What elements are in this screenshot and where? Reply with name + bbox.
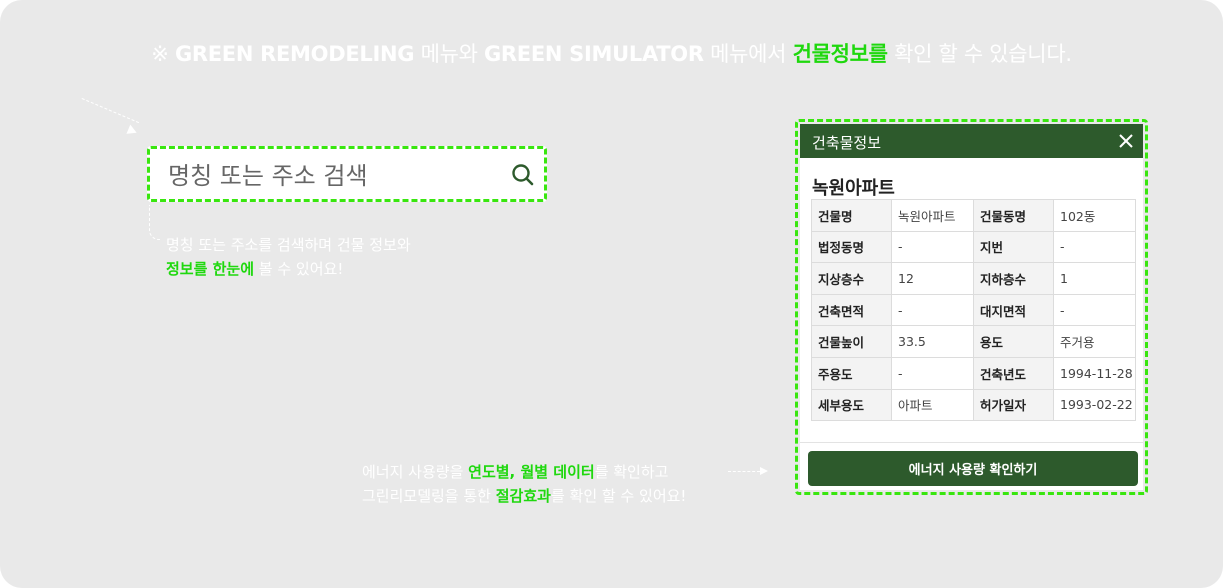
notice-highlight: 건물정보를 [792, 42, 888, 66]
value-cell: 1994-11-28 [1053, 356, 1136, 390]
label-cell: 용도 [973, 325, 1054, 358]
notice-mark: ※ [151, 42, 169, 66]
table-row: 건축면적 - 대지면적 - [811, 293, 1136, 327]
notice-text-1: 메뉴와 [414, 42, 484, 66]
value-cell: 아파트 [891, 388, 974, 422]
search-icon[interactable] [510, 162, 536, 188]
search-hint-connector [149, 205, 160, 240]
label-cell: 법정동명 [811, 230, 892, 264]
panel-divider [800, 442, 1143, 443]
value-cell: - [1053, 293, 1136, 327]
energy-hint-text-a: 에너지 사용량을 [362, 463, 469, 481]
energy-hint-line2: 그린리모델링을 통한 절감효과를 확인 할 수 있어요! [362, 484, 686, 508]
search-hint-rest: 볼 수 있어요! [254, 260, 344, 278]
building-name: 녹원아파트 [812, 178, 895, 199]
label-cell: 지하층수 [973, 262, 1054, 295]
building-info-panel-frame: 건축물정보 녹원아파트 건물명 녹원아파트 건물동명 102동 법정동명 - 지… [795, 119, 1148, 495]
energy-pointer-line [728, 471, 760, 472]
energy-usage-button[interactable]: 에너지 사용량 확인하기 [808, 451, 1138, 486]
energy-hint-line1: 에너지 사용량을 연도별, 월별 데이터를 확인하고 [362, 460, 686, 484]
search-input[interactable] [166, 157, 490, 195]
label-cell: 건축년도 [973, 356, 1054, 390]
value-cell: 33.5 [891, 325, 974, 358]
table-row: 주용도 - 건축년도 1994-11-28 [811, 356, 1136, 390]
value-cell: - [891, 230, 974, 264]
notice-green-simulator: GREEN SIMULATOR [484, 42, 704, 66]
search-pointer-line [81, 98, 140, 124]
canvas: ※ GREEN REMODELING 메뉴와 GREEN SIMULATOR 메… [0, 0, 1223, 588]
energy-hint-highlight-2: 절감효과 [495, 487, 551, 505]
value-cell: - [891, 293, 974, 327]
search-hint-line2: 정보를 한눈에 볼 수 있어요! [166, 257, 411, 281]
value-cell: - [891, 356, 974, 390]
value-cell: - [1053, 230, 1136, 264]
energy-hint: 에너지 사용량을 연도별, 월별 데이터를 확인하고 그린리모델링을 통한 절감… [362, 460, 686, 508]
label-cell: 건물높이 [811, 325, 892, 358]
label-cell: 지번 [973, 230, 1054, 264]
value-cell: 1993-02-22 [1053, 388, 1136, 422]
value-cell: 12 [891, 262, 974, 295]
table-row: 법정동명 - 지번 - [811, 230, 1136, 264]
energy-pointer-arrowhead [760, 467, 768, 475]
table-row: 건물높이 33.5 용도 주거용 [811, 325, 1136, 358]
notice-banner: ※ GREEN REMODELING 메뉴와 GREEN SIMULATOR 메… [0, 38, 1223, 68]
search-hint-highlight: 정보를 한눈에 [166, 260, 255, 278]
notice-text-3: 확인 할 수 있습니다. [887, 42, 1072, 66]
building-info-table: 건물명 녹원아파트 건물동명 102동 법정동명 - 지번 - 지상층수 12 [811, 199, 1136, 422]
value-cell: 녹원아파트 [891, 199, 974, 232]
notice-green-remodeling: GREEN REMODELING [174, 42, 415, 66]
panel-title: 건축물정보 [812, 134, 882, 152]
table-row: 건물명 녹원아파트 건물동명 102동 [811, 199, 1136, 232]
label-cell: 건물명 [811, 199, 892, 232]
value-cell: 1 [1053, 262, 1136, 295]
label-cell: 건축면적 [811, 293, 892, 327]
label-cell: 주용도 [811, 356, 892, 390]
panel-header: 건축물정보 [800, 124, 1143, 158]
label-cell: 세부용도 [811, 388, 892, 422]
energy-hint-text-c: 그린리모델링을 통한 [362, 487, 496, 505]
label-cell: 건물동명 [973, 199, 1054, 232]
label-cell: 대지면적 [973, 293, 1054, 327]
search-pointer-arrowhead [126, 124, 139, 138]
label-cell: 지상층수 [811, 262, 892, 295]
table-row: 세부용도 아파트 허가일자 1993-02-22 [811, 388, 1136, 422]
close-icon[interactable] [1116, 131, 1136, 151]
search-hint: 명칭 또는 주소를 검색하며 건물 정보와 정보를 한눈에 볼 수 있어요! [166, 233, 411, 281]
energy-hint-text-b: 를 확인하고 [594, 463, 669, 481]
building-info-panel: 건축물정보 녹원아파트 건물명 녹원아파트 건물동명 102동 법정동명 - 지… [800, 124, 1143, 490]
energy-hint-text-d: 를 확인 할 수 있어요! [550, 487, 687, 505]
search-hint-line1: 명칭 또는 주소를 검색하며 건물 정보와 [166, 236, 411, 254]
table-row: 지상층수 12 지하층수 1 [811, 262, 1136, 295]
search-box [147, 146, 547, 202]
notice-text-2: 메뉴에서 [703, 42, 793, 66]
label-cell: 허가일자 [973, 388, 1054, 422]
energy-hint-highlight-1: 연도별, 월별 데이터 [468, 463, 595, 481]
value-cell: 102동 [1053, 199, 1136, 232]
value-cell: 주거용 [1053, 325, 1136, 358]
